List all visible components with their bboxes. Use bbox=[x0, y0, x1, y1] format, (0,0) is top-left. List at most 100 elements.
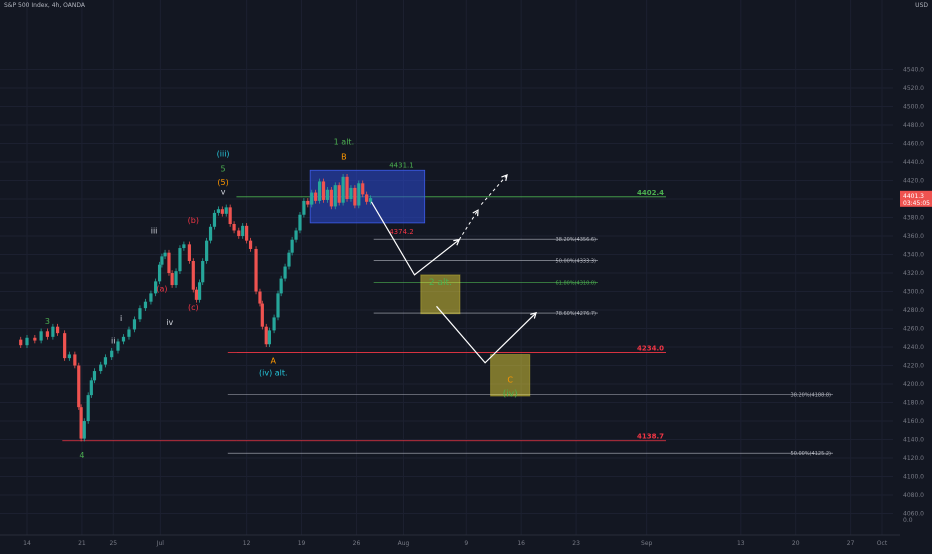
candle-body bbox=[325, 189, 330, 200]
candle-body bbox=[121, 336, 126, 342]
wave-label: (b) bbox=[188, 216, 199, 225]
y-tick-label: 4220.0 bbox=[903, 363, 924, 370]
current-price-value: 4401.3 bbox=[903, 193, 924, 200]
candle-body bbox=[73, 354, 77, 366]
candle-body bbox=[361, 183, 365, 195]
candle-body bbox=[45, 331, 49, 337]
wave-label: 3 bbox=[45, 317, 50, 326]
y-tick-label: 4280.0 bbox=[903, 307, 924, 314]
fib-level-label: 38.20%(4356.6) bbox=[556, 237, 597, 243]
wave-label: v bbox=[221, 187, 226, 196]
candle-body bbox=[248, 240, 253, 249]
y-tick-label: 4180.0 bbox=[903, 400, 924, 407]
x-tick-label: 13 bbox=[737, 540, 745, 547]
y-tick-label: 4540.0 bbox=[903, 67, 924, 74]
candle-body bbox=[272, 317, 276, 331]
candle-body bbox=[310, 192, 314, 205]
y-tick-label: 4420.0 bbox=[903, 178, 924, 185]
candle-body bbox=[127, 329, 131, 337]
candle-body bbox=[194, 289, 199, 300]
candle-body bbox=[287, 252, 291, 267]
chart-area[interactable]: 4402.4 4234.0 4138.7 38.20%(4356.6) 50.00%(… bbox=[0, 0, 932, 550]
y-tick-label: 4100.0 bbox=[903, 474, 924, 481]
y-tick-label: 4440.0 bbox=[903, 159, 924, 166]
wave-label: (iii) bbox=[217, 149, 230, 158]
candle-body bbox=[333, 185, 337, 207]
candle-body bbox=[321, 181, 326, 200]
fib-level-label: 38.20%(4188.8) bbox=[791, 392, 832, 398]
candle-body bbox=[267, 330, 271, 345]
x-tick-label: 26 bbox=[353, 540, 361, 547]
x-tick-label: 25 bbox=[109, 540, 117, 547]
candle-body bbox=[178, 248, 182, 272]
wave-label: (iv) alt. bbox=[259, 369, 288, 378]
x-tick-label: 16 bbox=[517, 540, 525, 547]
wave-label: 1 alt. bbox=[334, 137, 354, 146]
y-tick-label: 4460.0 bbox=[903, 141, 924, 148]
candle-body bbox=[157, 264, 162, 282]
candle-body bbox=[220, 209, 224, 214]
x-tick-label: 23 bbox=[572, 540, 580, 547]
candle-body bbox=[283, 266, 287, 279]
y-tick-label: 4140.0 bbox=[903, 437, 924, 444]
candle-body bbox=[86, 395, 90, 422]
candle-body bbox=[201, 261, 205, 283]
wave-label: 5 bbox=[221, 164, 226, 173]
candle-body bbox=[329, 189, 333, 207]
candle-body bbox=[25, 337, 29, 346]
candle-body bbox=[116, 341, 120, 351]
candle-body bbox=[314, 192, 318, 201]
y-tick-label: 4120.0 bbox=[903, 455, 924, 462]
candle-body bbox=[33, 337, 37, 341]
y-tick-label: 4360.0 bbox=[903, 233, 924, 240]
candle-body bbox=[212, 212, 217, 227]
candle-body bbox=[92, 371, 97, 381]
candle-body bbox=[19, 339, 23, 346]
candle-body bbox=[55, 326, 60, 334]
y-tick-label: 4240.0 bbox=[903, 344, 924, 351]
box-bottom-label: 4374.2 bbox=[389, 228, 414, 236]
candle-body bbox=[228, 207, 232, 224]
box-top-label: 4431.1 bbox=[389, 161, 414, 169]
y-tick-label: 4340.0 bbox=[903, 252, 924, 259]
candle-body bbox=[237, 230, 241, 237]
wave-label: (c) bbox=[188, 303, 199, 312]
y-tick-label: 4160.0 bbox=[903, 418, 924, 425]
candle-body bbox=[138, 308, 142, 320]
x-tick-label: Oct bbox=[877, 540, 888, 547]
y-tick-label: 4260.0 bbox=[903, 326, 924, 333]
candle-body bbox=[258, 291, 262, 304]
wave-label: ii bbox=[111, 336, 115, 345]
current-price-countdown: 03:45:05 bbox=[903, 200, 930, 207]
wave-label: B bbox=[341, 152, 347, 161]
fib-level-label: 50.00%(4333.3) bbox=[556, 259, 597, 265]
fib-level-label: 61.80%(4310.0) bbox=[556, 280, 597, 286]
y-tick-label: 4320.0 bbox=[903, 270, 924, 277]
candle-body bbox=[294, 230, 298, 240]
zone-label: 2 alt. bbox=[429, 278, 452, 288]
candle-body bbox=[99, 364, 103, 372]
x-tick-label: Aug bbox=[398, 540, 410, 547]
fib-level-label: 50.00%(4125.2) bbox=[791, 451, 832, 457]
candle-body bbox=[345, 176, 349, 200]
candle-body bbox=[103, 357, 108, 365]
candle-body bbox=[349, 187, 353, 200]
candle-body bbox=[353, 187, 357, 206]
candle-body bbox=[77, 365, 81, 408]
x-tick-label: 21 bbox=[78, 540, 86, 547]
candle-body bbox=[67, 354, 71, 359]
candle-body bbox=[365, 194, 369, 202]
x-tick-label: Jul bbox=[156, 540, 165, 547]
wave-label: (5) bbox=[217, 178, 228, 187]
candle-body bbox=[39, 331, 43, 341]
x-tick-label: Sep bbox=[641, 540, 653, 547]
price-chart[interactable]: 4402.4 4234.0 4138.7 38.20%(4356.6) 50.00%(… bbox=[0, 0, 932, 550]
candle-body bbox=[232, 224, 236, 231]
candle-body bbox=[63, 333, 67, 359]
horizontal-level-label: 4138.7 bbox=[637, 433, 664, 441]
candle-body bbox=[279, 278, 283, 294]
candle-body bbox=[182, 244, 186, 249]
candle-body bbox=[368, 198, 373, 202]
y-tick-label: 4380.0 bbox=[903, 215, 924, 222]
candle-body bbox=[205, 240, 209, 261]
